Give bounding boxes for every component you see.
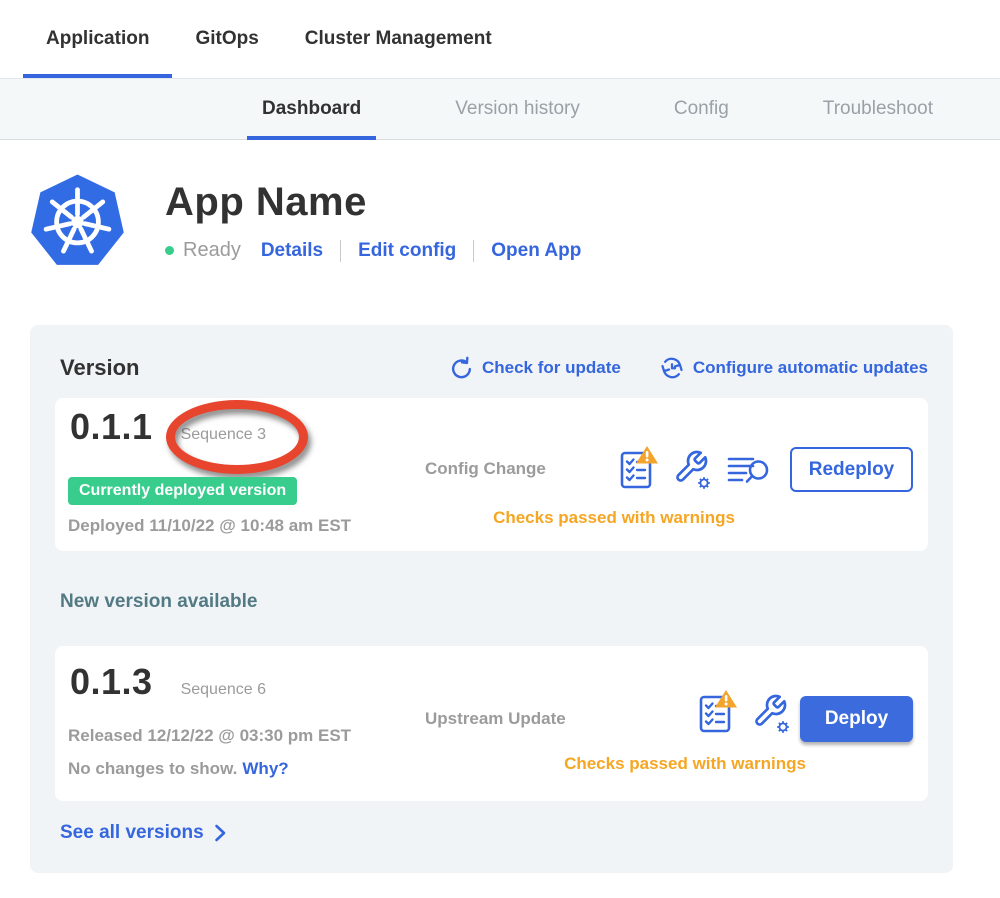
version-source-label: Upstream Update <box>425 709 566 729</box>
secondary-nav: Dashboard Version history Config Trouble… <box>0 78 1000 140</box>
current-version-card: 0.1.1 Sequence 3 Currently deployed vers… <box>55 398 928 551</box>
tab-dashboard[interactable]: Dashboard <box>247 79 376 139</box>
refresh-icon <box>449 356 474 381</box>
preflight-checks-status[interactable]: Checks passed with warnings <box>432 508 796 528</box>
config-wrench-gear-icon[interactable] <box>750 689 794 740</box>
configure-automatic-updates-button[interactable]: Configure automatic updates <box>659 355 928 381</box>
tab-gitops-label: GitOps <box>195 28 258 50</box>
tab-config-label: Config <box>674 98 729 120</box>
tab-application-label: Application <box>46 28 149 50</box>
new-version-available-heading: New version available <box>60 591 928 613</box>
current-version-sequence: Sequence 3 <box>181 426 266 444</box>
chevron-right-icon <box>214 824 226 842</box>
page-title: App Name <box>165 180 581 225</box>
redeploy-button[interactable]: Redeploy <box>790 447 913 492</box>
deployed-timestamp: Deployed 11/10/22 @ 10:48 am EST <box>68 516 351 536</box>
app-status-row: Ready Details Edit config Open App <box>165 239 581 262</box>
config-wrench-gear-icon[interactable] <box>671 445 715 496</box>
divider <box>473 240 474 262</box>
preflight-checks-status[interactable]: Checks passed with warnings <box>503 754 867 774</box>
status-badge: Ready <box>183 239 241 262</box>
primary-nav: Application GitOps Cluster Management <box>0 0 1000 78</box>
check-for-update-label: Check for update <box>482 358 621 378</box>
open-app-link[interactable]: Open App <box>491 240 581 262</box>
kubernetes-logo-icon <box>30 172 125 277</box>
version-section-header: Version Check for update <box>55 355 928 381</box>
no-changes-label: No changes to show. <box>68 759 237 778</box>
available-version-number: 0.1.3 <box>70 661 153 703</box>
tab-config[interactable]: Config <box>659 79 744 139</box>
see-all-versions-link[interactable]: See all versions <box>60 822 928 844</box>
app-header: App Name Ready Details Edit config Open … <box>30 172 1000 277</box>
configure-automatic-updates-label: Configure automatic updates <box>693 358 928 378</box>
tab-cluster-management-label: Cluster Management <box>305 28 492 50</box>
divider <box>340 240 341 262</box>
details-link[interactable]: Details <box>261 240 323 262</box>
tab-version-history[interactable]: Version history <box>440 79 595 139</box>
admin-console-page: Application GitOps Cluster Management Da… <box>0 0 1000 898</box>
status-dot-icon <box>165 246 174 255</box>
available-version-card: 0.1.3 Sequence 6 Released 12/12/22 @ 03:… <box>55 646 928 801</box>
tab-application[interactable]: Application <box>23 0 172 78</box>
current-version-number: 0.1.1 <box>70 406 153 448</box>
preflight-checks-warning-icon[interactable] <box>618 445 660 496</box>
available-version-sequence: Sequence 6 <box>181 681 266 699</box>
edit-config-link[interactable]: Edit config <box>358 240 456 262</box>
tab-version-history-label: Version history <box>455 98 580 120</box>
tab-troubleshoot-label: Troubleshoot <box>823 98 933 120</box>
tab-dashboard-label: Dashboard <box>262 98 361 120</box>
why-link[interactable]: Why? <box>242 759 288 778</box>
version-heading: Version <box>60 355 139 381</box>
tab-cluster-management[interactable]: Cluster Management <box>282 0 515 78</box>
preflight-checks-warning-icon[interactable] <box>697 689 739 740</box>
version-section: Version Check for update <box>30 325 953 873</box>
currently-deployed-badge: Currently deployed version <box>68 477 297 505</box>
auto-update-clock-icon <box>659 355 685 381</box>
view-diff-icon[interactable] <box>726 445 770 496</box>
deploy-button[interactable]: Deploy <box>800 696 913 742</box>
tab-troubleshoot[interactable]: Troubleshoot <box>808 79 948 139</box>
tab-gitops[interactable]: GitOps <box>172 0 281 78</box>
version-source-label: Config Change <box>425 459 546 479</box>
check-for-update-button[interactable]: Check for update <box>449 356 621 381</box>
see-all-versions-label: See all versions <box>60 822 204 844</box>
no-changes-text: No changes to show. Why? <box>68 759 289 779</box>
released-timestamp: Released 12/12/22 @ 03:30 pm EST <box>68 726 351 746</box>
